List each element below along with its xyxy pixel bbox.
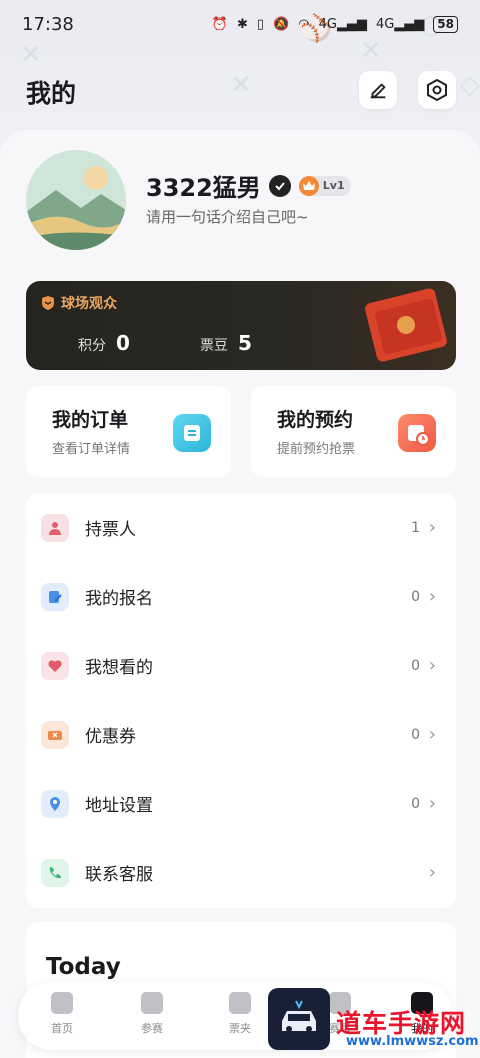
menu-item-label: 我想看的 — [85, 658, 153, 678]
wifi-icon: ◠ — [298, 16, 310, 32]
chevron-right-icon: › — [428, 517, 436, 538]
menu-list: 持票人 1 › 我的报名 0 › 我想看的 0 › 优惠券 0 › 地址设置 0… — [26, 493, 456, 908]
menu-item-label: 我的报名 — [85, 589, 153, 609]
tab-home[interactable]: 首页 — [32, 992, 92, 1042]
my-orders-subtitle: 查看订单详情 — [52, 442, 131, 457]
menu-item-coupons[interactable]: 优惠券 0 › — [26, 700, 456, 769]
menu-item-count: 0 — [411, 726, 420, 743]
chevron-right-icon: › — [428, 655, 436, 676]
settings-icon — [427, 78, 447, 102]
status-bar: 17:38 ⏰ ✱ ▯ 🔕 ◠ 4G▂▄▆ 4G▂▄▆ 58 — [0, 0, 480, 48]
beans-value: 5 — [238, 331, 252, 355]
signal-1-icon: 4G▂▄▆ — [318, 16, 367, 32]
battery-icon: 58 — [433, 15, 458, 33]
verified-icon — [268, 174, 291, 197]
today-title: Today — [46, 954, 121, 980]
shield-icon — [42, 296, 54, 310]
profile-bio[interactable]: 请用一句话介绍自己吧~ — [146, 206, 309, 227]
edit-button[interactable] — [359, 71, 397, 109]
my-orders-tile[interactable]: 我的订单 查看订单详情 — [26, 386, 231, 477]
chevron-right-icon: › — [428, 586, 436, 607]
menu-item-ticket-holder[interactable]: 持票人 1 › — [26, 493, 456, 562]
beans-stat[interactable]: 票豆 5 — [200, 331, 252, 355]
menu-item-label: 地址设置 — [85, 796, 153, 816]
edit-icon — [370, 83, 386, 99]
settings-button[interactable] — [418, 71, 456, 109]
menu-item-want-to-watch[interactable]: 我想看的 0 › — [26, 631, 456, 700]
chevron-right-icon: › — [428, 724, 436, 745]
membership-title-row: 球场观众 — [40, 293, 117, 313]
points-stat[interactable]: 积分 0 — [78, 331, 130, 355]
signup-icon — [41, 582, 69, 611]
status-time: 17:38 — [22, 13, 74, 35]
menu-item-count: 0 — [411, 657, 420, 674]
home-icon — [51, 992, 73, 1014]
watermark-logo — [268, 988, 330, 1050]
compete-icon — [141, 992, 163, 1014]
membership-title: 球场观众 — [61, 296, 117, 312]
watermark-url: www.lmwwsz.com — [346, 1034, 479, 1049]
car-icon — [282, 1000, 316, 1032]
my-orders-title: 我的订单 — [52, 409, 129, 431]
crown-icon — [298, 175, 319, 196]
menu-item-my-signups[interactable]: 我的报名 0 › — [26, 562, 456, 631]
points-value: 0 — [116, 331, 130, 355]
my-reservation-title: 我的预约 — [277, 409, 354, 431]
mute-icon: 🔕 — [273, 16, 290, 32]
signal-2-icon: 4G▂▄▆ — [375, 16, 425, 32]
vibrate-icon: ▯ — [256, 16, 265, 32]
menu-item-address-settings[interactable]: 地址设置 0 › — [26, 769, 456, 838]
ticket-folder-icon — [229, 992, 251, 1014]
chevron-right-icon: › — [428, 862, 436, 883]
my-reservation-subtitle: 提前预约抢票 — [277, 442, 356, 457]
avatar[interactable] — [26, 150, 126, 250]
tab-ticket-folder[interactable]: 票夹 — [210, 992, 270, 1042]
phone-icon — [41, 858, 69, 887]
tab-label: 首页 — [51, 1022, 73, 1035]
page-title: 我的 — [26, 79, 77, 108]
reservation-icon — [398, 414, 436, 452]
location-icon — [41, 789, 69, 818]
tab-compete[interactable]: 参赛 — [122, 992, 182, 1042]
tab-label: 票夹 — [229, 1022, 251, 1035]
coupon-icon — [41, 720, 69, 749]
profile-name-row: 3322猛男 Lv1 — [146, 168, 351, 203]
person-icon — [41, 513, 69, 542]
avatar-image — [26, 150, 126, 250]
menu-item-label: 持票人 — [85, 520, 136, 540]
heart-icon — [41, 651, 69, 680]
level-label: Lv1 — [322, 179, 345, 192]
membership-card[interactable]: 球场观众 积分 0 票豆 5 — [26, 281, 456, 370]
menu-item-label: 优惠券 — [85, 727, 136, 747]
chevron-right-icon: › — [428, 793, 436, 814]
page-header: 我的 — [0, 62, 480, 118]
alarm-icon: ⏰ — [211, 16, 228, 32]
menu-item-count: 0 — [411, 588, 420, 605]
tab-label: 参赛 — [141, 1022, 163, 1035]
order-icon — [173, 414, 211, 452]
my-reservation-tile[interactable]: 我的预约 提前预约抢票 — [251, 386, 456, 477]
menu-item-count: 0 — [411, 795, 420, 812]
beans-label: 票豆 — [200, 338, 228, 354]
bluetooth-icon: ✱ — [236, 16, 248, 32]
red-envelope-illustration — [365, 288, 447, 362]
status-icons: ⏰ ✱ ▯ 🔕 ◠ 4G▂▄▆ 4G▂▄▆ 58 — [211, 15, 458, 33]
points-label: 积分 — [78, 338, 106, 354]
username: 3322猛男 — [146, 174, 261, 202]
menu-item-label: 联系客服 — [85, 865, 153, 885]
menu-item-count: 1 — [411, 519, 420, 536]
level-badge[interactable]: Lv1 — [298, 175, 351, 196]
menu-item-customer-service[interactable]: 联系客服 › — [26, 838, 456, 907]
